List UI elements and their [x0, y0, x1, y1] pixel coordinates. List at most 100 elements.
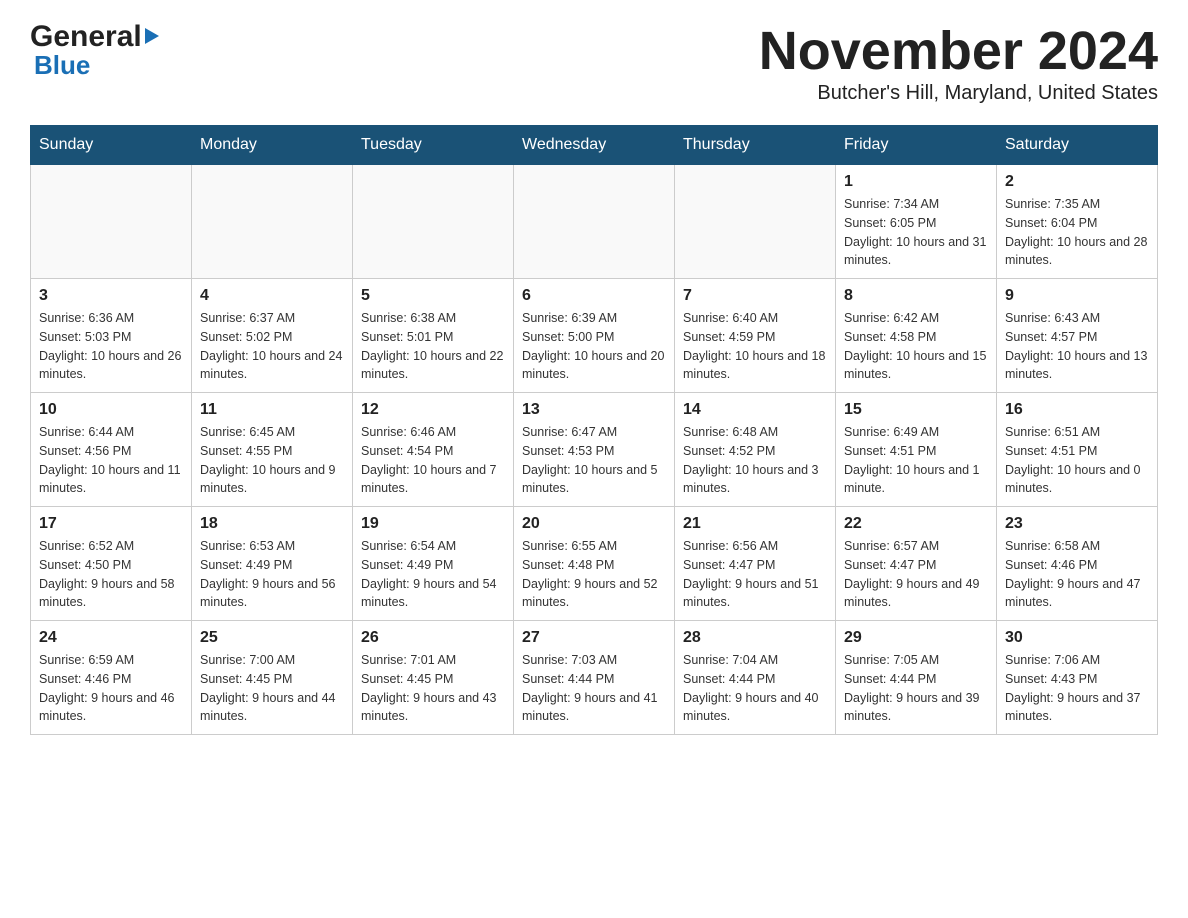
- day-number: 25: [200, 629, 344, 647]
- day-cell: 28 Sunrise: 7:04 AMSunset: 4:44 PMDayligh…: [675, 621, 836, 735]
- day-number: 12: [361, 401, 505, 419]
- day-cell: 18Sunrise: 6:53 AMSunset: 4:49 PMDayligh…: [192, 507, 353, 621]
- month-title: November 2024: [759, 20, 1158, 82]
- day-cell: 22Sunrise: 6:57 AMSunset: 4:47 PMDayligh…: [836, 507, 997, 621]
- day-cell: 6 Sunrise: 6:39 AMSunset: 5:00 PMDaylight…: [514, 279, 675, 393]
- logo-general-text: General: [30, 20, 142, 54]
- day-cell: 30 Sunrise: 7:06 AMSunset: 4:43 PMDayligh…: [997, 621, 1158, 735]
- day-info: Sunrise: 6:43 AMSunset: 4:57 PMDaylight:…: [1005, 309, 1149, 384]
- day-cell: 3Sunrise: 6:36 AMSunset: 5:03 PMDaylight…: [31, 279, 192, 393]
- day-cell: 29 Sunrise: 7:05 AMSunset: 4:44 PMDayligh…: [836, 621, 997, 735]
- day-cell: 5 Sunrise: 6:38 AMSunset: 5:01 PMDaylight…: [353, 279, 514, 393]
- page-header: General Blue November 2024 Butcher's Hil…: [30, 20, 1158, 105]
- logo-blue-text: Blue: [34, 50, 90, 81]
- logo: General Blue: [30, 20, 159, 81]
- day-info: Sunrise: 6:54 AMSunset: 4:49 PMDaylight:…: [361, 537, 505, 612]
- day-info: Sunrise: 6:55 AMSunset: 4:48 PMDaylight:…: [522, 537, 666, 612]
- day-number: 2: [1005, 173, 1149, 191]
- day-cell: 27 Sunrise: 7:03 AMSunset: 4:44 PMDayligh…: [514, 621, 675, 735]
- day-info: Sunrise: 6:52 AMSunset: 4:50 PMDaylight:…: [39, 537, 183, 612]
- day-cell: 20 Sunrise: 6:55 AMSunset: 4:48 PMDayligh…: [514, 507, 675, 621]
- day-info: Sunrise: 6:49 AMSunset: 4:51 PMDaylight:…: [844, 423, 988, 498]
- day-cell: 17 Sunrise: 6:52 AMSunset: 4:50 PMDayligh…: [31, 507, 192, 621]
- day-cell: 4Sunrise: 6:37 AMSunset: 5:02 PMDaylight…: [192, 279, 353, 393]
- day-cell: [675, 165, 836, 279]
- title-block: November 2024 Butcher's Hill, Maryland, …: [759, 20, 1158, 105]
- day-cell: 26Sunrise: 7:01 AMSunset: 4:45 PMDayligh…: [353, 621, 514, 735]
- day-info: Sunrise: 6:53 AMSunset: 4:49 PMDaylight:…: [200, 537, 344, 612]
- day-cell: 19 Sunrise: 6:54 AMSunset: 4:49 PMDayligh…: [353, 507, 514, 621]
- day-info: Sunrise: 7:04 AMSunset: 4:44 PMDaylight:…: [683, 651, 827, 726]
- day-info: Sunrise: 7:34 AMSunset: 6:05 PMDaylight:…: [844, 195, 988, 270]
- day-cell: [353, 165, 514, 279]
- col-header-tuesday: Tuesday: [353, 126, 514, 165]
- day-number: 5: [361, 287, 505, 305]
- day-info: Sunrise: 6:59 AMSunset: 4:46 PMDaylight:…: [39, 651, 183, 726]
- day-info: Sunrise: 6:56 AMSunset: 4:47 PMDaylight:…: [683, 537, 827, 612]
- day-number: 8: [844, 287, 988, 305]
- week-row-4: 17 Sunrise: 6:52 AMSunset: 4:50 PMDayligh…: [31, 507, 1158, 621]
- day-info: Sunrise: 6:38 AMSunset: 5:01 PMDaylight:…: [361, 309, 505, 384]
- day-cell: 25 Sunrise: 7:00 AMSunset: 4:45 PMDayligh…: [192, 621, 353, 735]
- day-info: Sunrise: 6:45 AMSunset: 4:55 PMDaylight:…: [200, 423, 344, 498]
- day-info: Sunrise: 6:40 AMSunset: 4:59 PMDaylight:…: [683, 309, 827, 384]
- col-header-saturday: Saturday: [997, 126, 1158, 165]
- day-number: 30: [1005, 629, 1149, 647]
- day-number: 17: [39, 515, 183, 533]
- location-subtitle: Butcher's Hill, Maryland, United States: [759, 82, 1158, 105]
- col-header-sunday: Sunday: [31, 126, 192, 165]
- day-number: 3: [39, 287, 183, 305]
- day-number: 26: [361, 629, 505, 647]
- col-header-monday: Monday: [192, 126, 353, 165]
- day-cell: 14Sunrise: 6:48 AMSunset: 4:52 PMDayligh…: [675, 393, 836, 507]
- day-number: 28: [683, 629, 827, 647]
- day-number: 20: [522, 515, 666, 533]
- day-cell: 15 Sunrise: 6:49 AMSunset: 4:51 PMDayligh…: [836, 393, 997, 507]
- day-info: Sunrise: 6:51 AMSunset: 4:51 PMDaylight:…: [1005, 423, 1149, 498]
- day-info: Sunrise: 6:44 AMSunset: 4:56 PMDaylight:…: [39, 423, 183, 498]
- day-cell: 13 Sunrise: 6:47 AMSunset: 4:53 PMDayligh…: [514, 393, 675, 507]
- day-cell: 12 Sunrise: 6:46 AMSunset: 4:54 PMDayligh…: [353, 393, 514, 507]
- day-number: 4: [200, 287, 344, 305]
- col-header-friday: Friday: [836, 126, 997, 165]
- day-cell: 21Sunrise: 6:56 AMSunset: 4:47 PMDayligh…: [675, 507, 836, 621]
- header-row: SundayMondayTuesdayWednesdayThursdayFrid…: [31, 126, 1158, 165]
- day-number: 14: [683, 401, 827, 419]
- day-info: Sunrise: 6:57 AMSunset: 4:47 PMDaylight:…: [844, 537, 988, 612]
- day-info: Sunrise: 6:47 AMSunset: 4:53 PMDaylight:…: [522, 423, 666, 498]
- calendar-table: SundayMondayTuesdayWednesdayThursdayFrid…: [30, 125, 1158, 735]
- day-number: 6: [522, 287, 666, 305]
- day-info: Sunrise: 7:05 AMSunset: 4:44 PMDaylight:…: [844, 651, 988, 726]
- day-cell: [514, 165, 675, 279]
- day-info: Sunrise: 7:35 AMSunset: 6:04 PMDaylight:…: [1005, 195, 1149, 270]
- day-cell: [192, 165, 353, 279]
- day-number: 19: [361, 515, 505, 533]
- day-info: Sunrise: 6:46 AMSunset: 4:54 PMDaylight:…: [361, 423, 505, 498]
- day-number: 16: [1005, 401, 1149, 419]
- col-header-thursday: Thursday: [675, 126, 836, 165]
- day-number: 1: [844, 173, 988, 191]
- col-header-wednesday: Wednesday: [514, 126, 675, 165]
- day-number: 15: [844, 401, 988, 419]
- day-number: 10: [39, 401, 183, 419]
- day-number: 29: [844, 629, 988, 647]
- day-info: Sunrise: 6:39 AMSunset: 5:00 PMDaylight:…: [522, 309, 666, 384]
- day-info: Sunrise: 7:00 AMSunset: 4:45 PMDaylight:…: [200, 651, 344, 726]
- day-info: Sunrise: 7:03 AMSunset: 4:44 PMDaylight:…: [522, 651, 666, 726]
- day-cell: 10 Sunrise: 6:44 AMSunset: 4:56 PMDayligh…: [31, 393, 192, 507]
- day-number: 27: [522, 629, 666, 647]
- day-info: Sunrise: 6:42 AMSunset: 4:58 PMDaylight:…: [844, 309, 988, 384]
- day-cell: 24 Sunrise: 6:59 AMSunset: 4:46 PMDayligh…: [31, 621, 192, 735]
- day-number: 13: [522, 401, 666, 419]
- day-cell: [31, 165, 192, 279]
- day-cell: 2 Sunrise: 7:35 AMSunset: 6:04 PMDaylight…: [997, 165, 1158, 279]
- week-row-5: 24 Sunrise: 6:59 AMSunset: 4:46 PMDayligh…: [31, 621, 1158, 735]
- day-cell: 7Sunrise: 6:40 AMSunset: 4:59 PMDaylight…: [675, 279, 836, 393]
- week-row-2: 3Sunrise: 6:36 AMSunset: 5:03 PMDaylight…: [31, 279, 1158, 393]
- day-cell: 8 Sunrise: 6:42 AMSunset: 4:58 PMDaylight…: [836, 279, 997, 393]
- day-info: Sunrise: 7:06 AMSunset: 4:43 PMDaylight:…: [1005, 651, 1149, 726]
- day-number: 24: [39, 629, 183, 647]
- week-row-1: 1 Sunrise: 7:34 AMSunset: 6:05 PMDaylight…: [31, 165, 1158, 279]
- day-number: 9: [1005, 287, 1149, 305]
- day-cell: 9 Sunrise: 6:43 AMSunset: 4:57 PMDaylight…: [997, 279, 1158, 393]
